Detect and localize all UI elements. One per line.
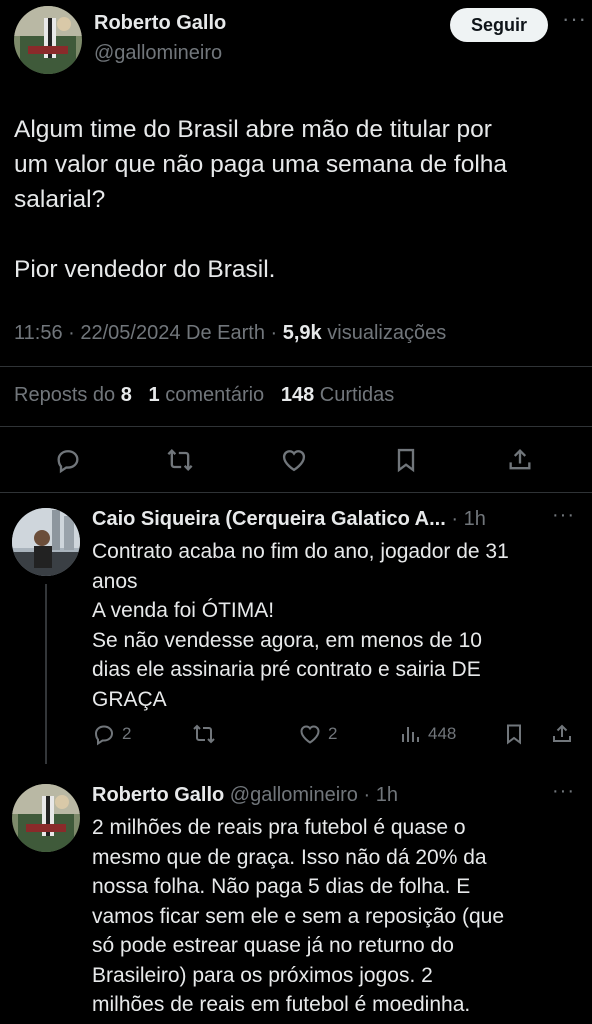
tweet-text-line: Algum time do Brasil abre mão de titular… bbox=[14, 116, 492, 143]
reply-share-button[interactable] bbox=[550, 722, 574, 746]
views-count: 5,9k bbox=[282, 322, 322, 344]
reposts-count: 8 bbox=[120, 384, 132, 406]
divider bbox=[0, 492, 592, 493]
reply-text-line: nossa folha. Não paga 5 dias de folha. E bbox=[92, 875, 471, 898]
author-avatar[interactable] bbox=[14, 6, 82, 74]
author-handle[interactable]: @gallomineiro bbox=[94, 42, 222, 65]
tweet-source: De Earth bbox=[186, 322, 265, 344]
views-count: 448 bbox=[428, 724, 457, 743]
more-options-icon[interactable]: ··· bbox=[552, 780, 575, 803]
reply-action-bar: 2 2 448 bbox=[92, 722, 582, 752]
reply-text: Contrato acaba no fim do ano, jogador de… bbox=[92, 537, 582, 714]
reply-text-line: só pode estrear quase já no returno do bbox=[92, 934, 454, 957]
reposts-label: Reposts do bbox=[14, 384, 116, 406]
share-icon[interactable] bbox=[504, 440, 536, 480]
reply-item[interactable]: Roberto Gallo @gallomineiro · 1h ··· 2 m… bbox=[0, 780, 592, 1024]
likes-label: Curtidas bbox=[319, 384, 395, 406]
comments-count: 1 bbox=[148, 384, 160, 406]
like-icon bbox=[300, 725, 320, 744]
bookmark-icon[interactable] bbox=[390, 440, 422, 480]
reply-bookmark-button[interactable] bbox=[502, 722, 526, 746]
reply-author-name[interactable]: Roberto Gallo bbox=[92, 784, 224, 806]
reply-text-line: Contrato acaba no fim do ano, jogador de… bbox=[92, 540, 509, 563]
reply-header: Roberto Gallo @gallomineiro · 1h bbox=[92, 784, 398, 807]
reply-text-line: dias ele assinaria pré contrato e sairia… bbox=[92, 658, 481, 681]
reposts-stat[interactable]: Reposts do 8 bbox=[14, 384, 137, 406]
like-count: 2 bbox=[328, 724, 338, 743]
divider bbox=[0, 366, 592, 367]
reply-count: 2 bbox=[122, 724, 132, 743]
reply-author-handle[interactable]: @gallomineiro bbox=[230, 784, 358, 806]
views-icon bbox=[402, 727, 419, 742]
divider bbox=[0, 426, 592, 427]
tweet-text: Algum time do Brasil abre mão de titular… bbox=[14, 112, 580, 287]
reply-views-button[interactable]: 448 bbox=[398, 722, 456, 746]
reply-icon bbox=[94, 725, 114, 746]
reply-text-line: GRAÇA bbox=[92, 687, 167, 711]
comments-label: comentário bbox=[165, 384, 265, 406]
reply-item[interactable]: Caio Siqueira (Cerqueira Galatico A... ·… bbox=[0, 504, 592, 764]
tweet-text-line: um valor que não paga uma semana de folh… bbox=[14, 151, 508, 178]
likes-count: 148 bbox=[280, 384, 315, 406]
views-label: visualizações bbox=[327, 322, 447, 344]
more-options-icon[interactable]: ··· bbox=[562, 6, 587, 32]
share-icon bbox=[553, 724, 571, 742]
likes-stat[interactable]: 148 Curtidas bbox=[281, 384, 394, 406]
thread-line bbox=[45, 584, 47, 764]
reply-text-line: milhões de reais em futebol é moedinha. bbox=[92, 993, 471, 1016]
reply-avatar[interactable] bbox=[12, 784, 80, 852]
reply-text: 2 milhões de reais pra futebol é quase o… bbox=[92, 813, 582, 1020]
tweet-stats: Reposts do 8 1 comentário 148 Curtidas bbox=[14, 384, 394, 407]
repost-icon[interactable] bbox=[164, 440, 196, 480]
reply-comment-button[interactable]: 2 bbox=[92, 722, 131, 746]
tweet-date[interactable]: 22/05/2024 bbox=[80, 322, 180, 344]
reply-header: Caio Siqueira (Cerqueira Galatico A... ·… bbox=[92, 508, 486, 531]
tweet-text-line: salarial? bbox=[14, 186, 106, 213]
tweet-action-bar bbox=[0, 440, 592, 480]
reply-icon[interactable] bbox=[52, 440, 84, 480]
reply-like-button[interactable]: 2 bbox=[298, 722, 337, 746]
author-name[interactable]: Roberto Gallo bbox=[94, 12, 226, 35]
repost-icon bbox=[193, 724, 215, 744]
reply-time[interactable]: · 1h bbox=[364, 784, 398, 806]
comments-stat[interactable]: 1 comentário bbox=[149, 384, 270, 406]
like-icon[interactable] bbox=[278, 440, 310, 480]
reply-author-name[interactable]: Caio Siqueira (Cerqueira Galatico A... bbox=[92, 508, 446, 530]
tweet-header: Roberto Gallo @gallomineiro Seguir ··· bbox=[14, 0, 586, 80]
reply-text-line: anos bbox=[92, 569, 138, 593]
tweet-text-line: Pior vendedor do Brasil. bbox=[14, 256, 276, 283]
reply-repost-button[interactable] bbox=[192, 722, 216, 746]
reply-text-line: Se não vendesse agora, em menos de 10 bbox=[92, 628, 482, 652]
more-options-icon[interactable]: ··· bbox=[552, 504, 575, 527]
reply-text-line: A venda foi ÓTIMA! bbox=[92, 599, 275, 622]
reply-text-line: vamos ficar sem ele e sem a reposição (q… bbox=[92, 904, 505, 928]
tweet-meta: 11:56 · 22/05/2024 De Earth · 5,9k visua… bbox=[14, 322, 447, 344]
reply-avatar[interactable] bbox=[12, 508, 80, 576]
reply-text-line: mesmo que de graça. Isso não dá 20% da bbox=[92, 845, 487, 869]
follow-button[interactable]: Seguir bbox=[450, 8, 548, 42]
reply-text-line: Brasileiro) para os próximos jogos. 2 bbox=[92, 963, 433, 987]
reply-text-line: 2 milhões de reais pra futebol é quase o bbox=[92, 816, 466, 839]
reply-time[interactable]: · 1h bbox=[451, 508, 485, 530]
tweet-time[interactable]: 11:56 bbox=[14, 322, 63, 344]
bookmark-icon bbox=[507, 724, 521, 745]
